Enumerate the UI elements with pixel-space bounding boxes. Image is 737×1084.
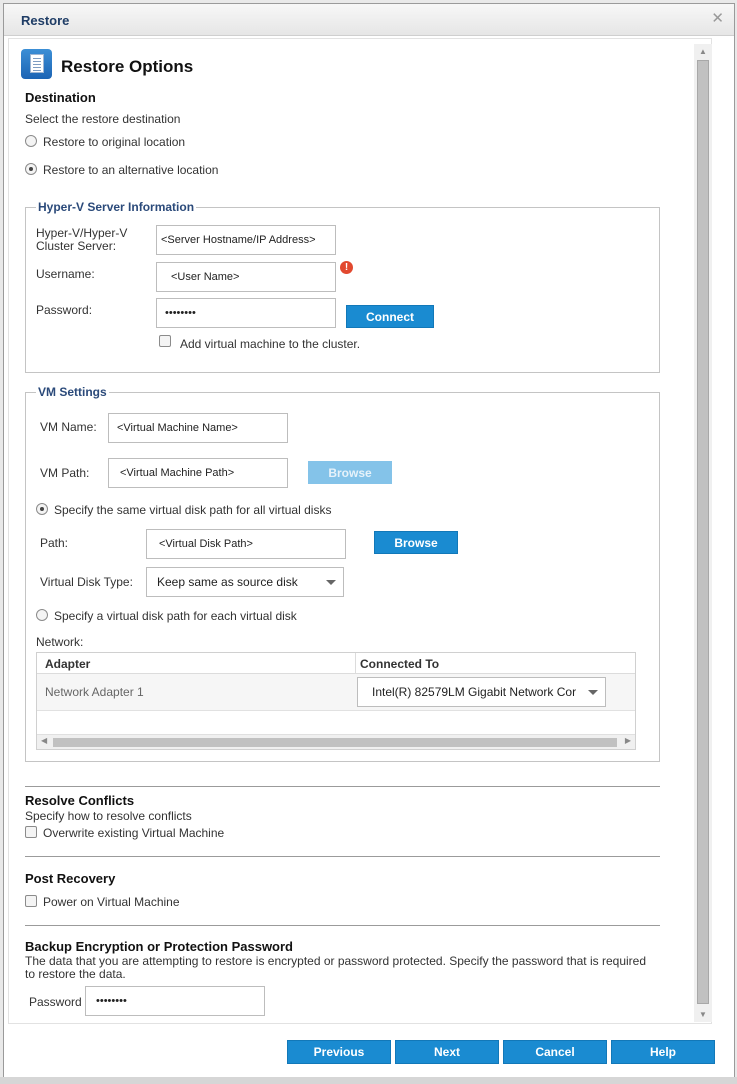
encryption-password-label: Password [29,995,82,1009]
username-label: Username: [36,267,95,281]
each-disk-path-label[interactable]: Specify a virtual disk path for each vir… [54,609,297,623]
window-bottom-edge [0,1077,737,1084]
encryption-heading: Backup Encryption or Protection Password [25,939,293,954]
vertical-scrollbar[interactable]: ▲ ▼ [694,44,712,1022]
hyperv-legend: Hyper-V Server Information [36,200,197,214]
vm-name-label: VM Name: [40,420,97,434]
destination-heading: Destination [25,90,96,105]
vm-path-input[interactable]: <Virtual Machine Path> [108,458,288,488]
connected-to-select[interactable]: Intel(R) 82579LM Gigabit Network Cor [357,677,606,707]
encryption-password-input[interactable]: •••••••• [85,986,265,1016]
same-disk-path-radio[interactable] [36,503,48,515]
window-title: Restore [21,13,70,28]
restore-alternative-label[interactable]: Restore to an alternative location [43,163,218,177]
same-disk-path-label[interactable]: Specify the same virtual disk path for a… [54,503,331,517]
server-label-line2: Cluster Server: [36,239,117,253]
page-title: Restore Options [61,57,194,76]
cancel-button[interactable]: Cancel [503,1040,607,1064]
username-input[interactable]: <User Name> [156,262,336,292]
resolve-conflicts-heading: Resolve Conflicts [25,793,135,808]
network-label: Network: [36,635,84,649]
encryption-description-line2: to restore the data. [25,967,126,981]
password-label: Password: [36,303,93,317]
vm-name-input[interactable]: <Virtual Machine Name> [108,413,288,443]
connect-button[interactable]: Connect [346,305,434,328]
help-button[interactable]: Help [611,1040,715,1064]
horizontal-scrollbar[interactable]: ◀ ▶ [37,734,635,749]
overwrite-vm-label[interactable]: Overwrite existing Virtual Machine [43,826,224,840]
scroll-thumb[interactable] [697,60,709,1004]
server-label: Hyper-V/Hyper-V Cluster Server: [36,227,127,253]
table-row: Network Adapter 1 Intel(R) 82579LM Gigab… [37,674,635,711]
restore-original-radio[interactable] [25,135,37,147]
password-input[interactable]: •••••••• [156,298,336,328]
post-recovery-heading: Post Recovery [25,871,116,886]
disk-type-label: Virtual Disk Type: [40,575,133,589]
scroll-right-icon[interactable]: ▶ [625,736,631,745]
disk-type-select[interactable]: Keep same as source disk [146,567,344,597]
disk-type-value: Keep same as source disk [157,575,298,589]
column-connected-to: Connected To [360,657,440,671]
add-to-cluster-checkbox[interactable] [159,335,171,347]
restore-original-label[interactable]: Restore to original location [43,135,185,149]
resolve-conflicts-prompt: Specify how to resolve conflicts [25,809,192,823]
each-disk-path-radio[interactable] [36,609,48,621]
restore-alternative-radio[interactable] [25,163,37,175]
disk-path-input[interactable]: <Virtual Disk Path> [146,529,346,559]
vm-path-label: VM Path: [40,466,90,480]
overwrite-vm-checkbox[interactable] [25,826,37,838]
adapter-cell: Network Adapter 1 [45,685,144,699]
disk-path-browse-button[interactable]: Browse [374,531,458,554]
scroll-left-icon[interactable]: ◀ [41,736,47,745]
next-button[interactable]: Next [395,1040,499,1064]
server-input[interactable]: <Server Hostname/IP Address> [156,225,336,255]
close-icon[interactable]: ✕ [711,9,724,27]
warning-icon: ! [340,261,353,274]
chevron-down-icon [326,580,336,585]
vm-settings-legend: VM Settings [36,385,109,399]
disk-path-label: Path: [40,536,69,550]
scroll-down-icon[interactable]: ▼ [699,1010,707,1019]
divider [25,786,660,787]
horizontal-scroll-thumb[interactable] [53,738,617,747]
network-table-header: Adapter Connected To [37,653,635,674]
title-bar: Restore ✕ [4,4,734,36]
destination-prompt: Select the restore destination [25,112,181,126]
column-adapter: Adapter [45,657,91,671]
power-on-label[interactable]: Power on Virtual Machine [43,895,180,909]
network-table: Adapter Connected To Network Adapter 1 I… [36,652,636,750]
divider [25,925,660,926]
add-to-cluster-label[interactable]: Add virtual machine to the cluster. [180,337,360,351]
previous-button[interactable]: Previous [287,1040,391,1064]
restore-document-icon [21,49,52,79]
divider [25,856,660,857]
scroll-up-icon[interactable]: ▲ [699,47,707,56]
connected-to-value: Intel(R) 82579LM Gigabit Network Cor [372,685,577,699]
chevron-down-icon [588,690,598,695]
encryption-description: The data that you are attempting to rest… [25,955,665,981]
power-on-checkbox[interactable] [25,895,37,907]
vm-path-browse-button[interactable]: Browse [308,461,392,484]
